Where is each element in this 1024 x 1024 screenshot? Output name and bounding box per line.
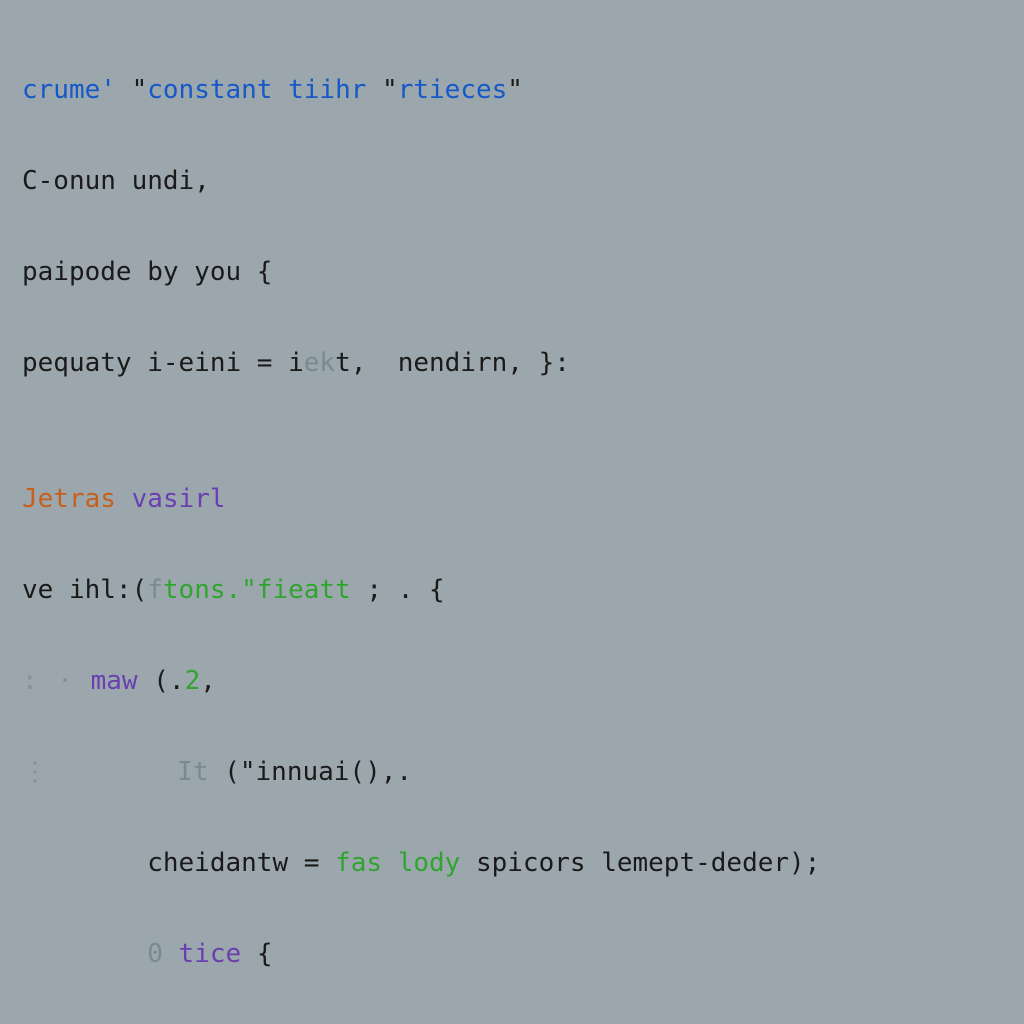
token-muted: ek <box>304 348 335 378</box>
token-text: ; . { <box>351 575 445 605</box>
token-text: " <box>366 75 397 105</box>
code-line: pequaty i-eini = iekt, nendirn, }: <box>22 341 1002 387</box>
token-text: cheidantw = <box>22 848 335 878</box>
token-text: " <box>507 75 523 105</box>
code-line: C-onun undi, <box>22 159 1002 205</box>
token-string: fas lody <box>335 848 460 878</box>
token-muted: It <box>177 757 208 787</box>
token-text: C-onun undi, <box>22 166 210 196</box>
token-text: ("innuai(),. <box>209 757 413 787</box>
token-text: spicors lemept-deder); <box>460 848 820 878</box>
token-keyword: crume' <box>22 75 116 105</box>
code-line: cheidantw = fas lody spicors lemept-dede… <box>22 841 1002 887</box>
code-line: ⋮ It ("innuai(),. <box>22 750 1002 796</box>
code-line: 0 tice { <box>22 932 1002 978</box>
token-text: (. <box>138 666 185 696</box>
token-keyword: constant tiihr <box>147 75 366 105</box>
code-editor[interactable]: crume' "constant tiihr "rtieces" C-onun … <box>0 0 1024 1024</box>
token-var: tice <box>179 939 242 969</box>
token-string: tons."fieatt <box>163 575 351 605</box>
indent-guide-icon: ⋮ <box>22 757 68 787</box>
code-line: ve ihl:(ftons."fieatt ; . { <box>22 568 1002 614</box>
token-text: { <box>241 939 272 969</box>
token-text: t, nendirn, }: <box>335 348 570 378</box>
token-text <box>22 939 147 969</box>
token-text: " <box>116 75 147 105</box>
token-text: paipode by you { <box>22 257 272 287</box>
token-var: maw <box>75 666 138 696</box>
token-class: Jetras <box>22 484 116 514</box>
token-muted: 0 <box>147 939 178 969</box>
token-keyword: rtieces <box>398 75 508 105</box>
token-text: pequaty i-eini = i <box>22 348 304 378</box>
code-line: : · maw (.2, <box>22 659 1002 705</box>
code-line: paipode by you { <box>22 250 1002 296</box>
token-text: ve ihl:( <box>22 575 147 605</box>
token-text: , <box>200 666 216 696</box>
token-var: vasirl <box>116 484 226 514</box>
code-line: crume' "constant tiihr "rtieces" <box>22 68 1002 114</box>
token-text <box>68 757 178 787</box>
token-number: 2 <box>185 666 201 696</box>
code-line: Jetras vasirl <box>22 477 1002 523</box>
token-muted: f <box>147 575 163 605</box>
indent-guide-icon: : · <box>22 666 75 696</box>
